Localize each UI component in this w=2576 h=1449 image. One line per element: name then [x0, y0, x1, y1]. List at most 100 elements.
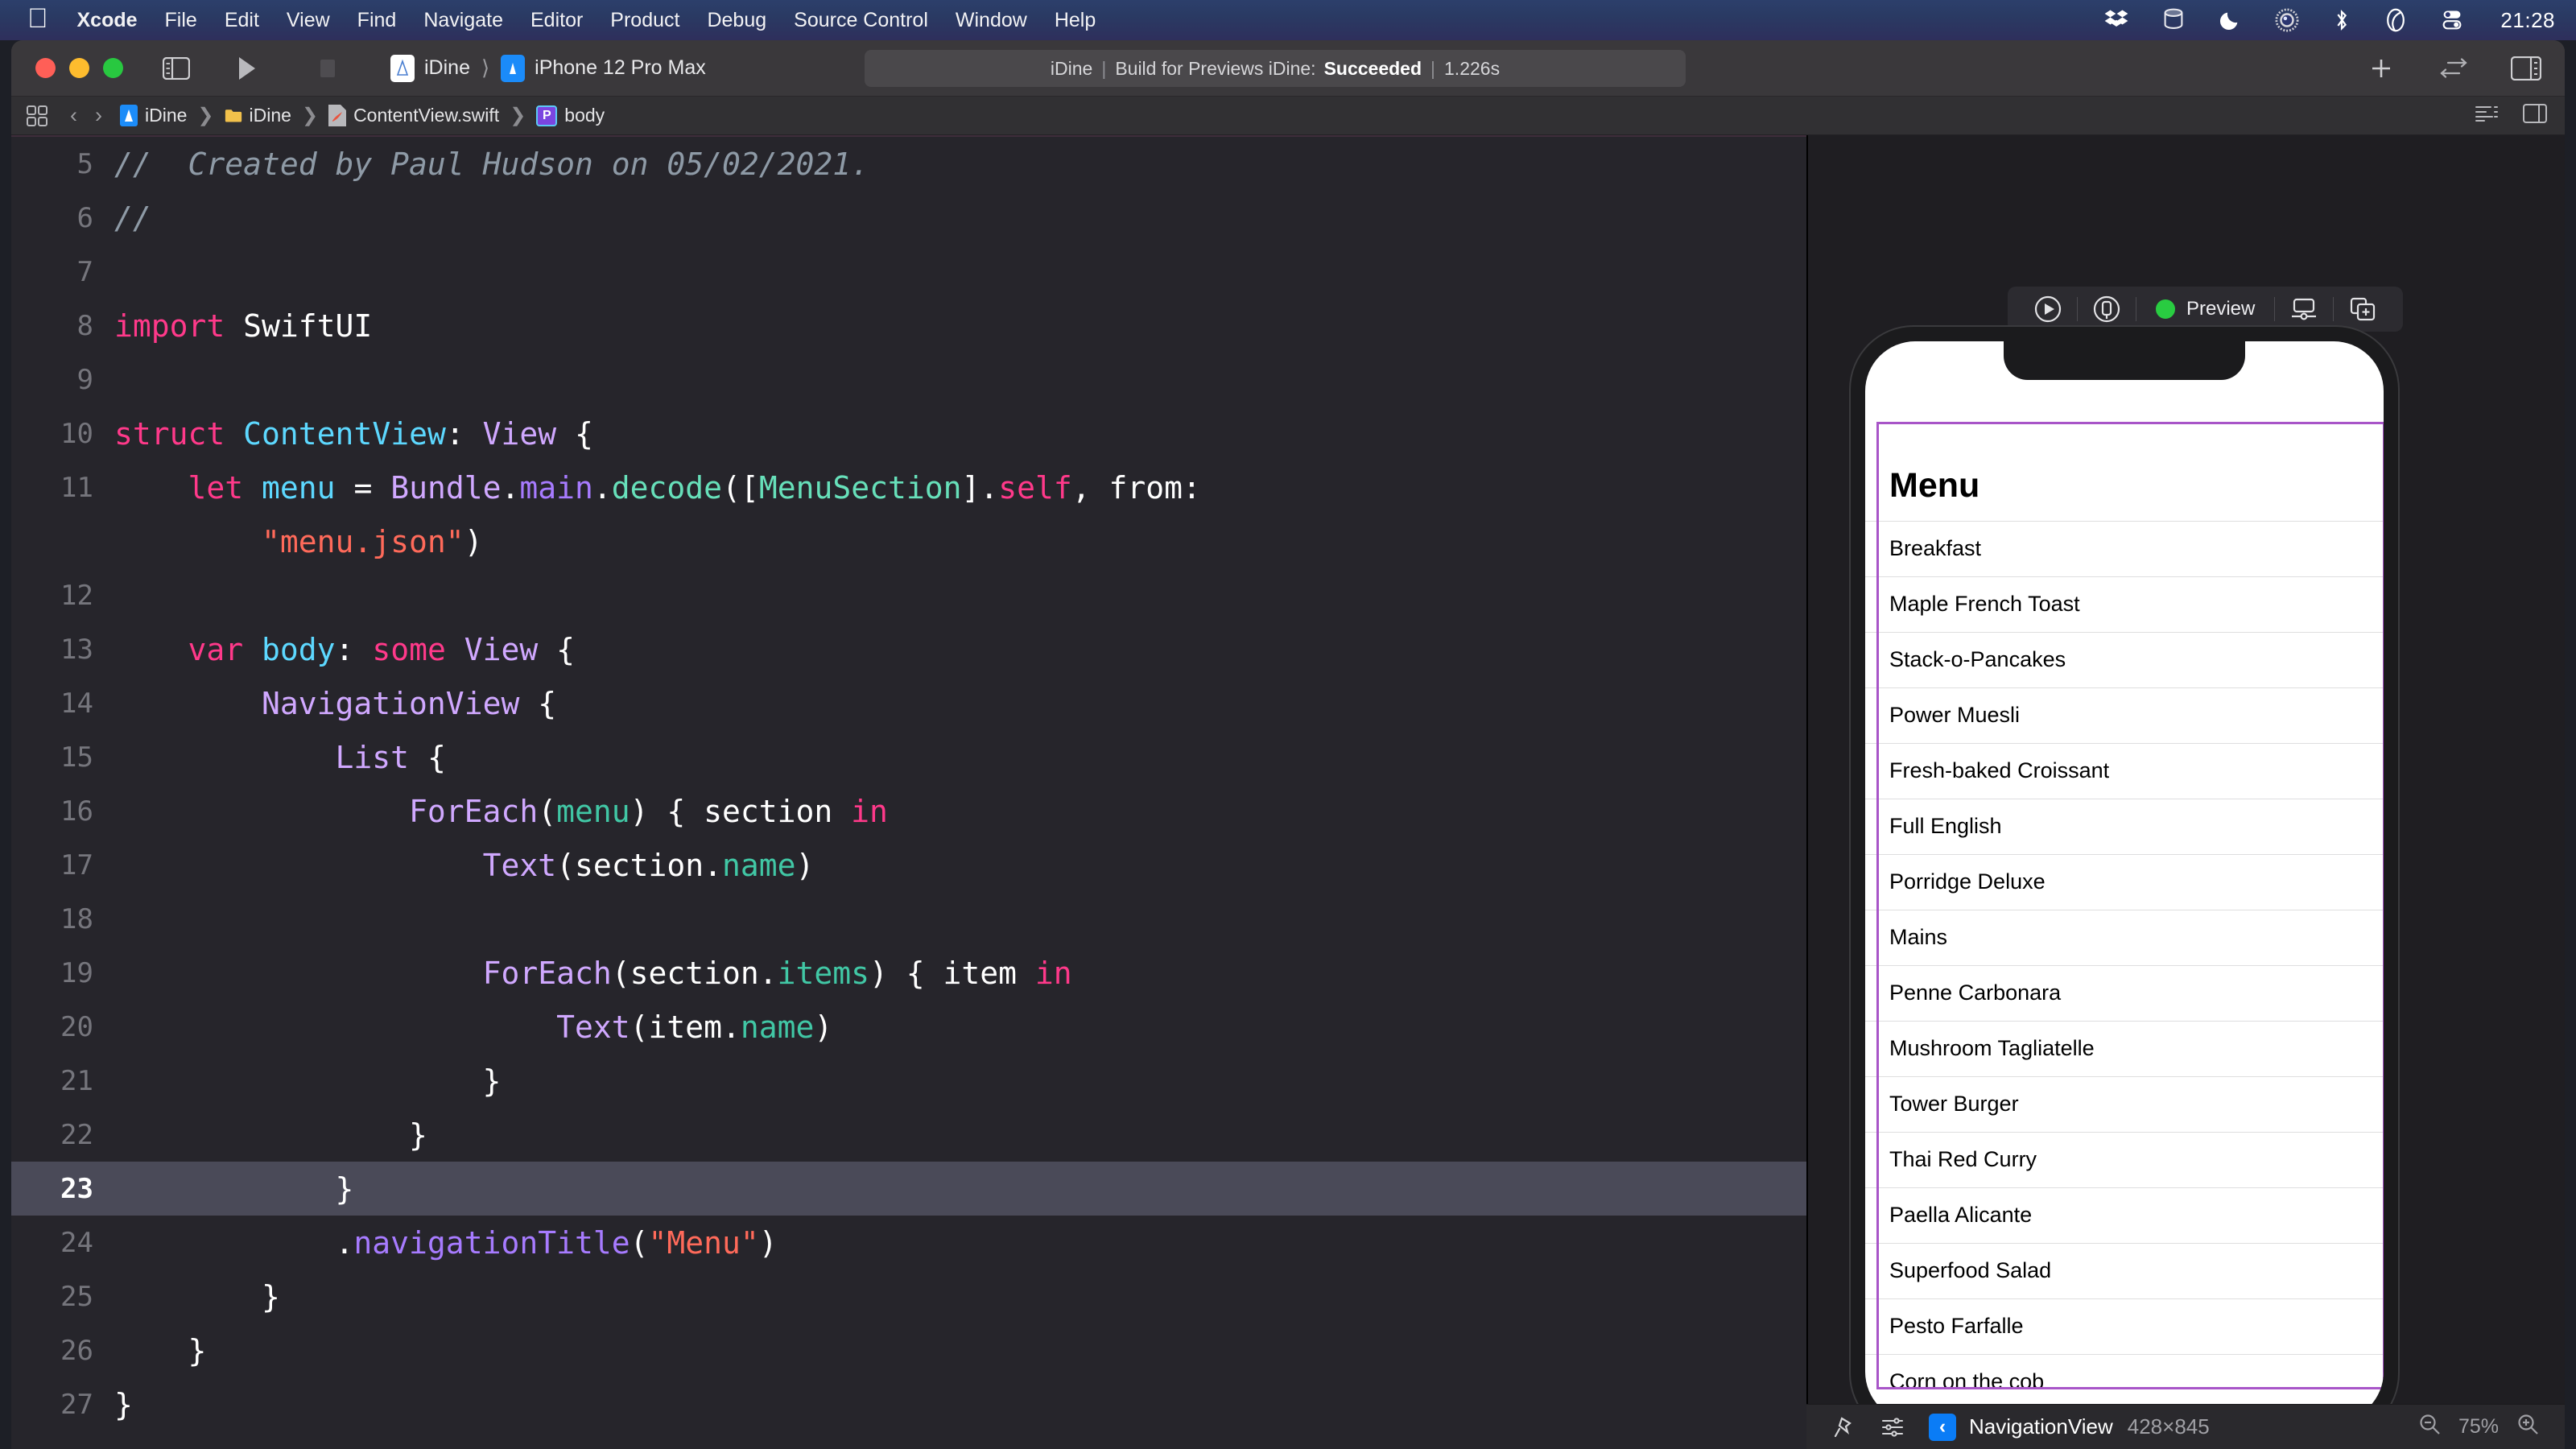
code-line[interactable]: 14 NavigationView { — [11, 676, 1806, 730]
minimize-window-button[interactable] — [69, 58, 89, 78]
zoom-in-icon[interactable] — [2516, 1413, 2539, 1441]
menubar-clock[interactable]: 21:28 — [2500, 8, 2555, 33]
preview-list-row[interactable]: Tower Burger — [1865, 1076, 2384, 1132]
preview-list-row[interactable]: Pesto Farfalle — [1865, 1298, 2384, 1354]
close-window-button[interactable] — [35, 58, 56, 78]
code-line[interactable]: 7 — [11, 245, 1806, 299]
control-center-icon[interactable] — [2441, 8, 2463, 32]
preview-list-row[interactable]: Thai Red Curry — [1865, 1132, 2384, 1187]
editor-options-icon[interactable] — [2523, 104, 2547, 127]
code-line[interactable]: 13 var body: some View { — [11, 622, 1806, 676]
preview-list-row[interactable]: Stack-o-Pancakes — [1865, 632, 2384, 687]
breadcrumb-item-project[interactable]: iDine ❯ — [120, 104, 225, 127]
related-items-icon[interactable] — [26, 105, 48, 127]
duplicate-preview-icon[interactable] — [2340, 296, 2385, 322]
preview-list-row[interactable]: Paella Alicante — [1865, 1187, 2384, 1243]
do-not-disturb-moon-icon[interactable] — [2219, 9, 2241, 31]
preview-list-row[interactable]: Corn on the cob — [1865, 1354, 2384, 1410]
code-token: ([ — [722, 469, 759, 506]
menu-item-product[interactable]: Product — [610, 9, 679, 32]
menu-item-xcode[interactable]: Xcode — [77, 9, 138, 32]
code-line[interactable]: 22 } — [11, 1108, 1806, 1162]
zoom-level-label[interactable]: 75% — [2458, 1415, 2499, 1439]
menu-item-editor[interactable]: Editor — [530, 9, 583, 32]
code-line[interactable]: 18 — [11, 892, 1806, 946]
preview-display-icon[interactable] — [2281, 297, 2326, 321]
code-line[interactable]: 20 Text(item.name) — [11, 1000, 1806, 1054]
code-line[interactable]: 5 // Created by Paul Hudson on 05/02/2021… — [11, 137, 1806, 191]
breadcrumb-item-folder[interactable]: iDine ❯ — [225, 104, 329, 127]
code-line[interactable]: 15 List { — [11, 730, 1806, 784]
activity-status-view[interactable]: iDine | Build for Previews iDine: Succee… — [865, 50, 1686, 87]
preview-list-row[interactable]: Superfood Salad — [1865, 1243, 2384, 1298]
stop-button[interactable] — [310, 51, 345, 86]
code-line[interactable]: 25 } — [11, 1269, 1806, 1323]
canvas-back-button[interactable]: ‹ — [1929, 1413, 1956, 1441]
menu-item-debug[interactable]: Debug — [707, 9, 766, 32]
pin-preview-icon[interactable] — [1832, 1415, 1856, 1439]
menu-item-help[interactable]: Help — [1055, 9, 1096, 32]
preview-list-row[interactable]: Maple French Toast — [1865, 576, 2384, 632]
menu-item-window[interactable]: Window — [956, 9, 1027, 32]
sidebar-toggle-icon[interactable] — [159, 51, 194, 86]
preview-list-row[interactable]: Penne Carbonara — [1865, 965, 2384, 1021]
preview-list-row[interactable]: Full English — [1865, 799, 2384, 854]
bluetooth-icon[interactable] — [2333, 8, 2351, 32]
menu-item-source-control[interactable]: Source Control — [794, 9, 928, 32]
scheme-selector[interactable]: iDine ⟩ iPhone 12 Pro Max — [390, 54, 706, 82]
preview-list-row[interactable]: Fresh-baked Croissant — [1865, 743, 2384, 799]
code-line[interactable]: 6 // — [11, 191, 1806, 245]
add-editor-icon[interactable] — [2363, 51, 2399, 86]
minimap-icon[interactable] — [2475, 104, 2499, 127]
code-line[interactable]: 10 struct ContentView: View { — [11, 407, 1806, 460]
breadcrumb-item-file[interactable]: ContentView.swift ❯ — [328, 104, 536, 127]
jumpbar-back-button[interactable]: ‹ — [70, 103, 77, 128]
iphone-preview-device[interactable]: Menu Breakfast Maple French Toast Stack-o-… — [1851, 327, 2398, 1436]
code-line[interactable]: 21 } — [11, 1054, 1806, 1108]
code-line[interactable]: 12 — [11, 568, 1806, 622]
code-line[interactable]: 24 .navigationTitle("Menu") — [11, 1216, 1806, 1269]
code-line[interactable]: 9 — [11, 353, 1806, 407]
zoom-out-icon[interactable] — [2418, 1413, 2441, 1441]
menu-item-file[interactable]: File — [165, 9, 197, 32]
jumpbar-forward-button[interactable]: › — [95, 103, 102, 128]
preview-list-row[interactable]: Power Muesli — [1865, 687, 2384, 743]
code-line[interactable]: 19 ForEach(section.items) { item in — [11, 946, 1806, 1000]
dropbox-icon[interactable] — [2104, 8, 2128, 32]
preview-list-row[interactable]: Mushroom Tagliatelle — [1865, 1021, 2384, 1076]
code-line[interactable]: "menu.json") — [11, 514, 1806, 568]
code-line[interactable]: 26 } — [11, 1323, 1806, 1377]
preview-list-row[interactable]: Mains — [1865, 910, 2384, 965]
preview-status[interactable]: Preview — [2143, 298, 2268, 320]
code-line[interactable]: 11 let menu = Bundle.main.decode([MenuSe… — [11, 460, 1806, 514]
menu-item-edit[interactable]: Edit — [225, 9, 259, 32]
code-line[interactable]: 17 Text(section.name) — [11, 838, 1806, 892]
menu-item-navigate[interactable]: Navigate — [423, 9, 503, 32]
live-preview-device-icon[interactable] — [2084, 295, 2129, 323]
code-line[interactable]: 27} — [11, 1377, 1806, 1431]
maximize-window-button[interactable] — [103, 58, 123, 78]
siri-icon[interactable] — [2384, 8, 2407, 32]
code-line[interactable]: 23 } — [11, 1162, 1806, 1216]
source-code-editor[interactable]: 5 // Created by Paul Hudson on 05/02/2021… — [11, 135, 1806, 1449]
database-icon[interactable] — [2162, 8, 2185, 32]
breadcrumb-separator: ❯ — [301, 105, 319, 126]
line-number: 8 — [76, 309, 93, 342]
code-review-icon[interactable] — [2436, 51, 2471, 86]
spotlight-icon[interactable] — [2275, 8, 2299, 32]
preview-list-row[interactable]: Porridge Deluxe — [1865, 854, 2384, 910]
preview-settings-icon[interactable] — [1880, 1415, 1905, 1439]
inspector-toggle-icon[interactable] — [2508, 51, 2544, 86]
code-line[interactable]: 16 ForEach(menu) { section in — [11, 784, 1806, 838]
preview-list-row[interactable]: Breakfast — [1865, 521, 2384, 576]
code-line[interactable]: 8 import SwiftUI — [11, 299, 1806, 353]
apple-menu-icon[interactable]:  — [27, 5, 48, 32]
selected-view-dimensions: 428×845 — [2127, 1414, 2210, 1439]
run-button[interactable] — [229, 51, 265, 86]
breadcrumb-item-symbol[interactable]: P body — [536, 105, 605, 126]
preview-canvas[interactable]: Preview Menu Breakfast Maple French Toas… — [1806, 135, 2565, 1449]
play-preview-icon[interactable] — [2025, 295, 2070, 323]
menu-item-view[interactable]: View — [287, 9, 330, 32]
menu-item-find[interactable]: Find — [357, 9, 397, 32]
